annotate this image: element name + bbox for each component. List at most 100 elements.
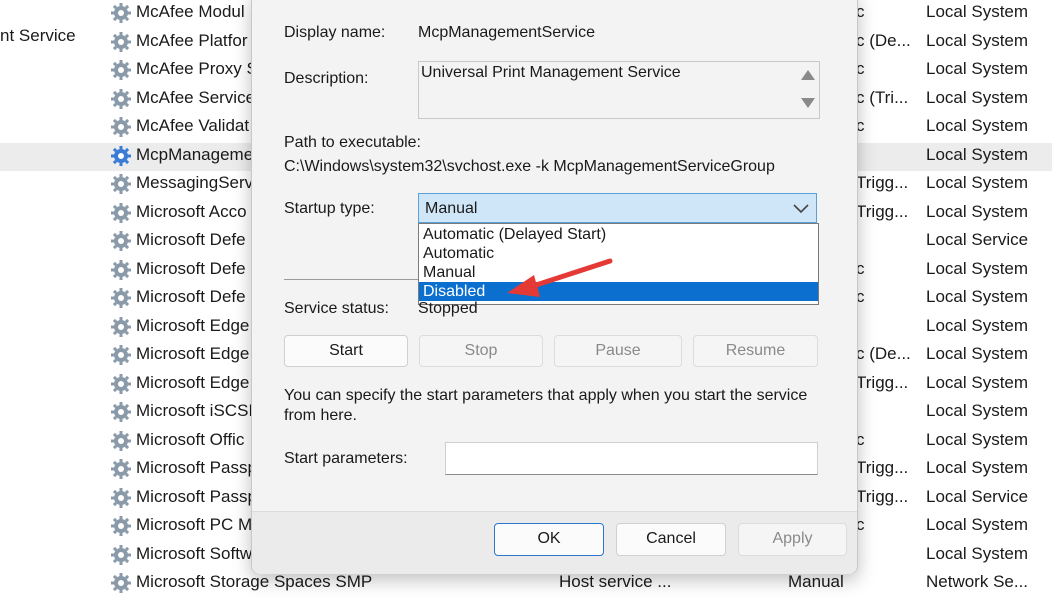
service-gear-icon xyxy=(111,231,131,251)
service-gear-icon xyxy=(111,373,131,394)
service-status-fragment: Trigg... xyxy=(856,458,909,477)
service-gear-icon xyxy=(111,60,131,80)
service-gear-icon xyxy=(111,259,131,280)
service-log-on-as: Local System xyxy=(926,2,1029,21)
service-name: McAfee Service xyxy=(136,87,256,107)
service-log-on-as: Local Service xyxy=(926,486,1029,506)
scroll-up-icon[interactable] xyxy=(801,70,815,80)
startup-type-selected: Manual xyxy=(425,200,478,217)
display-name-label: Display name: xyxy=(284,24,386,41)
description-label: Description: xyxy=(284,70,369,87)
service-log-on-as: Local System xyxy=(926,543,1029,563)
service-gear-icon xyxy=(111,145,131,166)
service-status-fragment: c xyxy=(856,515,865,534)
service-log-on-as: Local Service xyxy=(926,230,1029,249)
service-name: McAfee Proxy S xyxy=(136,59,258,78)
service-gear-icon xyxy=(111,430,131,451)
stop-button[interactable]: Stop xyxy=(419,335,543,367)
service-gear-icon xyxy=(111,288,131,308)
option-automatic[interactable]: Automatic xyxy=(419,244,818,263)
service-status-fragment: Trigg... xyxy=(856,173,909,192)
ok-button[interactable]: OK xyxy=(494,523,604,556)
dialog-footer: OK Cancel Apply xyxy=(252,511,857,574)
description-text: Universal Print Management Service xyxy=(421,64,681,81)
start-button[interactable]: Start xyxy=(284,335,408,367)
service-name: MessagingServ xyxy=(136,173,254,192)
service-gear-icon xyxy=(111,31,131,52)
service-name: Microsoft Defe xyxy=(136,230,246,249)
service-startup-type: Manual xyxy=(788,572,844,591)
service-log-on-as: Network Se... xyxy=(926,572,1029,591)
path-label: Path to executable: xyxy=(284,134,421,151)
service-gear-icon xyxy=(111,459,131,479)
service-log-on-as: Local System xyxy=(926,287,1029,306)
service-gear-icon xyxy=(111,88,131,109)
service-log-on-as: Local System xyxy=(926,515,1029,534)
resume-button[interactable]: Resume xyxy=(693,335,818,367)
service-log-on-as: Local System xyxy=(926,173,1029,192)
service-gear-icon xyxy=(111,544,131,565)
pause-button[interactable]: Pause xyxy=(554,335,682,367)
service-status-fragment: c xyxy=(856,258,865,278)
scroll-down-icon[interactable] xyxy=(801,98,815,108)
service-gear-icon xyxy=(111,487,131,508)
service-name: Microsoft iSCSI xyxy=(136,401,254,420)
description-scrollbar[interactable] xyxy=(795,62,819,118)
service-status-fragment: c (De... xyxy=(856,344,911,363)
service-log-on-as: Local System xyxy=(926,372,1029,392)
service-name: Microsoft PC M xyxy=(136,515,253,534)
service-gear-icon xyxy=(111,402,131,422)
start-parameters-input[interactable] xyxy=(445,442,818,475)
service-name: McAfee Modul xyxy=(136,2,245,21)
service-log-on-as: Local System xyxy=(926,87,1029,107)
option-disabled[interactable]: Disabled xyxy=(419,282,818,301)
service-log-on-as: Local System xyxy=(926,144,1029,164)
service-status-fragment: c xyxy=(856,287,865,306)
path-value: C:\Windows\system32\svchost.exe -k McpMa… xyxy=(284,158,775,175)
service-name: Microsoft Softw xyxy=(136,543,253,563)
service-name: Microsoft Edge xyxy=(136,315,250,335)
hint-line-1: You can specify the start parameters tha… xyxy=(284,387,808,404)
separator-line xyxy=(284,279,418,280)
service-status-fragment: c xyxy=(856,2,865,21)
service-log-on-as: Local System xyxy=(926,258,1029,278)
option-automatic-delayed[interactable]: Automatic (Delayed Start) xyxy=(419,225,818,244)
startup-type-dropdown[interactable]: Manual xyxy=(418,193,817,223)
service-status-fragment: c xyxy=(856,429,865,449)
service-name: Microsoft Acco xyxy=(136,201,247,221)
service-name: McAfee Validat xyxy=(136,116,250,135)
service-log-on-as: Local System xyxy=(926,30,1029,50)
service-name: Microsoft Defe xyxy=(136,287,246,306)
service-gear-icon xyxy=(111,345,131,365)
service-status-fragment: Trigg... xyxy=(856,486,909,506)
service-name: Microsoft Passp xyxy=(136,458,257,477)
service-gear-icon xyxy=(111,3,131,23)
service-gear-icon xyxy=(111,516,131,536)
service-gear-icon xyxy=(111,573,131,593)
service-name: Microsoft Edge xyxy=(136,344,250,363)
service-log-on-as: Local System xyxy=(926,458,1029,477)
option-manual[interactable]: Manual xyxy=(419,263,818,282)
service-row[interactable]: Microsoft Storage Spaces SMP Host service… xyxy=(0,570,1052,598)
service-status-label: Service status: xyxy=(284,300,389,317)
service-properties-dialog: Display name: McpManagementService Descr… xyxy=(251,0,858,574)
service-gear-icon xyxy=(111,202,131,223)
service-log-on-as: Local System xyxy=(926,59,1029,78)
service-status-fragment: Trigg... xyxy=(856,201,909,221)
startup-type-options: Automatic (Delayed Start) Automatic Manu… xyxy=(418,223,819,305)
service-name: Microsoft Offic xyxy=(136,429,245,449)
service-status-value: Stopped xyxy=(418,300,478,317)
service-name: Microsoft Passp xyxy=(136,486,257,506)
service-log-on-as: Local System xyxy=(926,315,1029,335)
service-gear-icon xyxy=(111,117,131,137)
service-name: McAfee Platfor xyxy=(136,30,248,50)
hint-line-2: from here. xyxy=(284,407,357,424)
chevron-down-icon[interactable] xyxy=(792,201,810,215)
service-status-fragment: c (Tri... xyxy=(856,87,909,107)
service-name: Microsoft Defe xyxy=(136,258,246,278)
service-name: Microsoft Edge xyxy=(136,372,250,392)
cancel-button[interactable]: Cancel xyxy=(616,523,726,556)
service-log-on-as: Local System xyxy=(926,429,1029,449)
apply-button[interactable]: Apply xyxy=(738,523,847,556)
display-name-value: McpManagementService xyxy=(418,24,595,41)
